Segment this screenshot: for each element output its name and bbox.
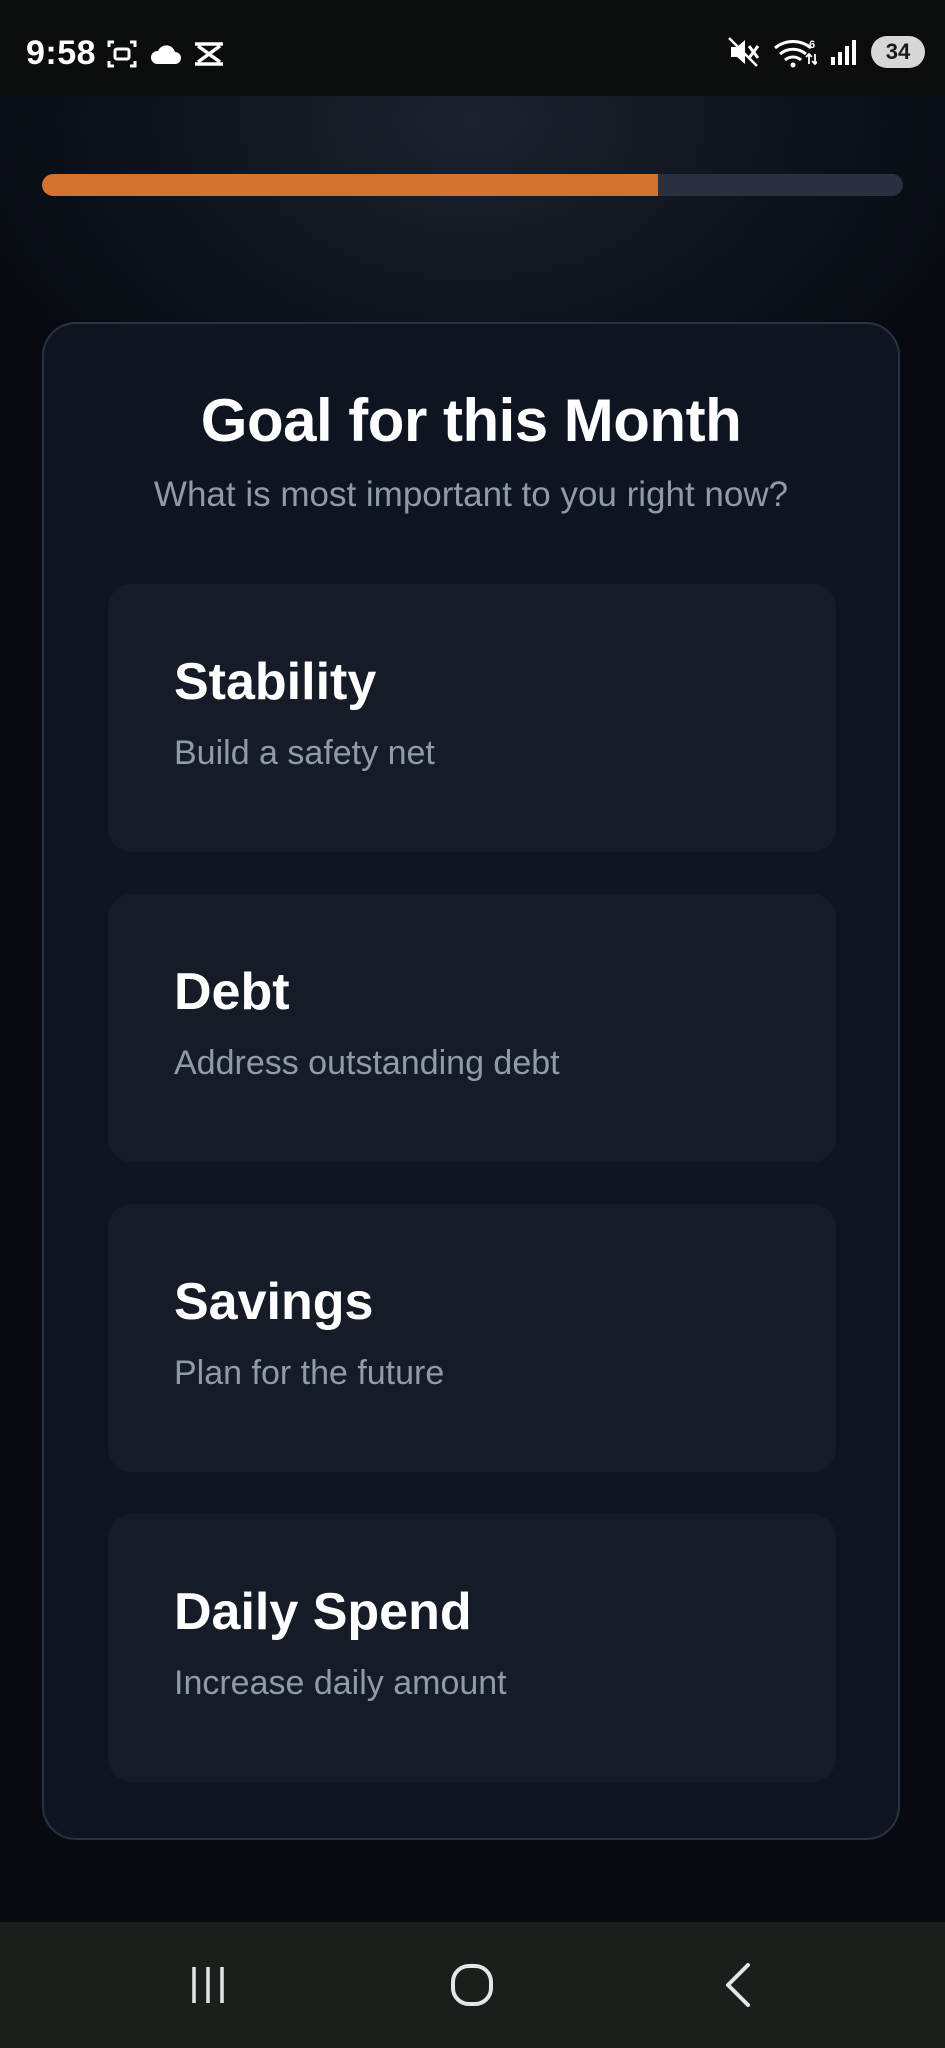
cloud-icon — [148, 42, 182, 66]
home-icon — [448, 1961, 496, 2009]
progress-bar — [42, 174, 903, 196]
back-button[interactable] — [678, 1922, 798, 2048]
option-title: Stability — [174, 653, 377, 711]
goal-card: Goal for this Month What is most importa… — [42, 322, 900, 1840]
mute-icon — [727, 36, 761, 68]
battery-indicator: 34 — [871, 36, 925, 68]
option-description: Increase daily amount — [174, 1664, 507, 1702]
option-stability[interactable]: Stability Build a safety net — [108, 584, 836, 852]
back-icon — [718, 1961, 758, 2009]
signal-icon — [829, 37, 859, 67]
navigation-bar — [0, 1922, 945, 2048]
progress-fill — [42, 174, 658, 196]
option-title: Daily Spend — [174, 1583, 472, 1641]
recent-apps-icon — [186, 1963, 230, 2007]
option-title: Debt — [174, 963, 290, 1021]
status-time: 9:58 — [26, 34, 97, 72]
option-debt[interactable]: Debt Address outstanding debt — [108, 894, 836, 1162]
screenshot-icon — [106, 38, 138, 70]
recent-apps-button[interactable] — [148, 1922, 268, 2048]
option-description: Address outstanding debt — [174, 1044, 560, 1082]
option-daily-spend[interactable]: Daily Spend Increase daily amount — [108, 1514, 836, 1782]
option-description: Plan for the future — [174, 1354, 445, 1392]
page-subtitle: What is most important to you right now? — [153, 475, 789, 514]
screen: 9:58 6 34 Goal for this Month What is mo… — [0, 0, 945, 2048]
home-button[interactable] — [412, 1922, 532, 2048]
option-description: Build a safety net — [174, 734, 435, 772]
wifi-icon: 6 — [773, 36, 817, 68]
status-bar: 9:58 6 34 — [0, 0, 945, 96]
page-title: Goal for this Month — [200, 387, 742, 454]
capcut-icon — [192, 40, 226, 68]
goal-options: Stability Build a safety net Debt Addres… — [108, 584, 836, 1824]
option-title: Savings — [174, 1273, 374, 1331]
svg-text:6: 6 — [809, 39, 815, 51]
option-savings[interactable]: Savings Plan for the future — [108, 1204, 836, 1472]
status-right-icons: 6 34 — [727, 36, 925, 68]
status-left-icons — [106, 38, 226, 70]
